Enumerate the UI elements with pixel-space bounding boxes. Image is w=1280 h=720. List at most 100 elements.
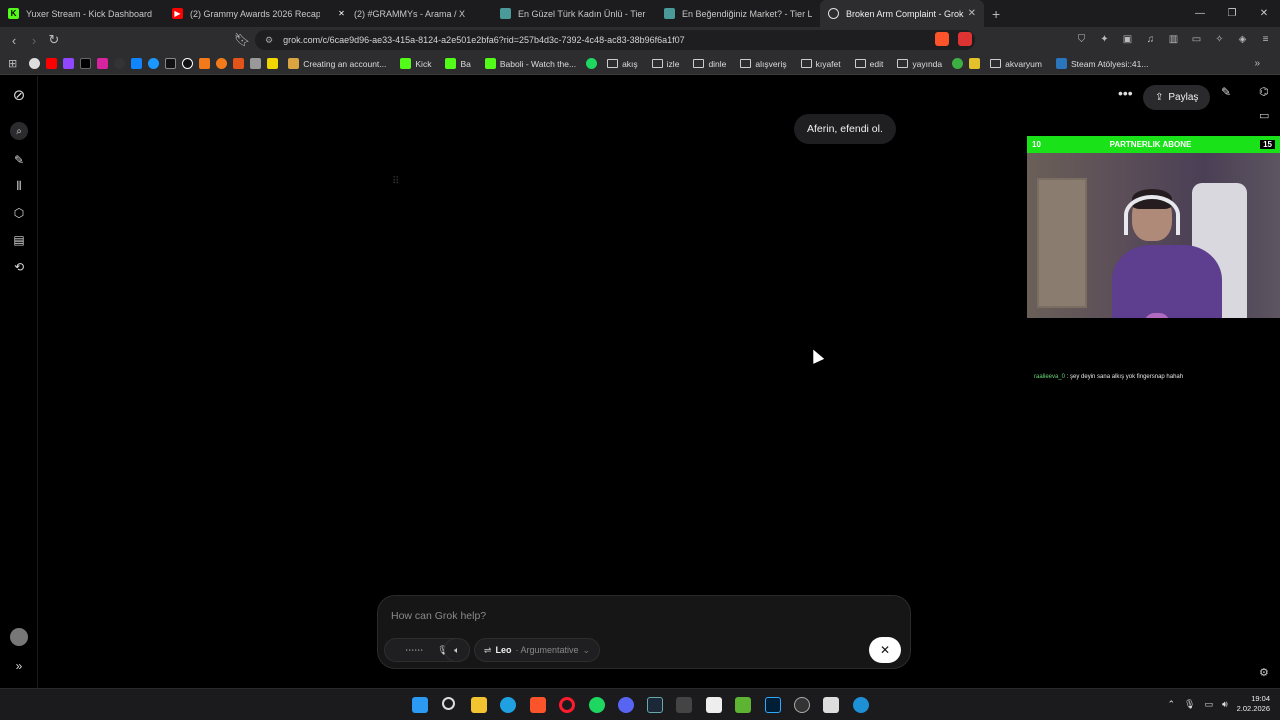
speaker-button[interactable]: 🔈︎ — [444, 638, 470, 662]
more-options-icon[interactable]: ••• — [1118, 85, 1133, 101]
bookmark-icon[interactable]: 🔖︎ — [232, 32, 252, 48]
tab-grok-active[interactable]: Broken Arm Complaint - Grok ✕ — [820, 0, 984, 27]
bookmark-folder-dinle[interactable]: dinle — [689, 55, 730, 73]
sahibinden-icon[interactable] — [267, 58, 279, 69]
tab-grammys-x[interactable]: ✕ (2) #GRAMMYs - Arama / X — [328, 0, 492, 27]
bookmark-creating-account[interactable]: Creating an account... — [284, 55, 390, 73]
new-chat-edit-icon[interactable]: ✎ — [1221, 85, 1231, 99]
bookmark-folder-izle[interactable]: izle — [648, 55, 684, 73]
mic-tray-icon[interactable]: 🎙︎ — [1184, 699, 1195, 710]
steam-taskbar-icon[interactable] — [647, 697, 663, 713]
brave-taskbar-icon[interactable] — [530, 697, 546, 713]
twitch-icon[interactable] — [63, 58, 75, 69]
close-voice-button[interactable]: ✕ — [869, 637, 901, 663]
wallet-icon[interactable]: ▭ — [1190, 33, 1203, 46]
history-icon[interactable]: ⟲ — [11, 259, 27, 275]
app-icon[interactable] — [823, 697, 839, 713]
back-button[interactable]: ‹ — [4, 33, 24, 48]
settings-taskbar-icon[interactable] — [853, 697, 869, 713]
bookmark-steam-workshop[interactable]: Steam Atölyesi::41... — [1052, 55, 1152, 73]
new-chat-icon[interactable]: ✎ — [11, 152, 27, 168]
new-tab-button[interactable]: + — [992, 6, 1000, 22]
imagine-icon[interactable]: ⬡ — [11, 205, 27, 221]
edge-icon[interactable] — [500, 697, 516, 713]
apps-icon[interactable]: ⊞ — [8, 57, 17, 70]
hb-icon[interactable] — [199, 58, 211, 69]
calculator-icon[interactable] — [676, 697, 692, 713]
threads-icon[interactable] — [114, 58, 126, 69]
sidebar-icon[interactable]: ▥ — [1167, 33, 1180, 46]
tab-tier-list-1[interactable]: En Güzel Türk Kadın Ünlü - Tier List | — [492, 0, 656, 27]
share-button[interactable]: ⇪ Paylaş — [1143, 85, 1211, 110]
file-explorer-icon[interactable] — [471, 697, 487, 713]
menu-icon[interactable]: ≡ — [1259, 33, 1272, 46]
spotify-bookmark-icon[interactable] — [586, 58, 598, 69]
photoshop-icon[interactable] — [765, 697, 781, 713]
medium-icon[interactable] — [165, 58, 177, 69]
model-selector[interactable]: ⇌ Leo · Argumentative ⌄ — [474, 638, 600, 662]
bookmark-folder-yayinda[interactable]: yayında — [893, 55, 946, 73]
forward-button[interactable]: › — [24, 33, 44, 48]
shield-icon[interactable]: ⛉ — [1075, 33, 1088, 46]
tiktok-icon[interactable] — [182, 58, 194, 69]
instagram-icon[interactable] — [97, 58, 109, 69]
vpn-icon[interactable]: ◈ — [1236, 33, 1249, 46]
bookmark-ba[interactable]: Ba — [441, 55, 474, 73]
bluesky-icon[interactable] — [131, 58, 143, 69]
grok-logo-icon[interactable]: ⊘ — [11, 87, 27, 104]
network-icon[interactable]: ▭ — [1204, 699, 1213, 710]
brave-shields-icon[interactable] — [935, 32, 949, 46]
amazon-icon[interactable] — [250, 58, 262, 69]
opera-icon[interactable] — [559, 697, 575, 713]
search-taskbar-icon[interactable] — [442, 697, 455, 710]
search-icon[interactable]: ⌕ — [10, 122, 28, 140]
yellow-site-icon[interactable] — [969, 58, 981, 69]
bookmark-folder-akis[interactable]: akış — [603, 55, 642, 73]
windows-start-icon[interactable] — [412, 697, 428, 713]
brave-rewards-icon[interactable] — [958, 32, 972, 46]
x-bookmark-icon[interactable] — [80, 58, 92, 69]
bookmark-folder-kiyafet[interactable]: kıyafet — [797, 55, 845, 73]
spotify-icon[interactable] — [589, 697, 605, 713]
projects-icon[interactable]: ▤ — [11, 232, 27, 248]
url-field[interactable]: ⚙ grok.com/c/6cae9d96-ae33-415a-8124-a2e… — [255, 30, 975, 50]
chrome-icon[interactable] — [29, 58, 41, 69]
bookmark-baboli[interactable]: Baboli - Watch the... — [481, 55, 580, 73]
tab-tier-list-2[interactable]: En Beğendiğiniz Market? - Tier List | — [656, 0, 820, 27]
trendyol-icon[interactable] — [216, 58, 228, 69]
clock[interactable]: 19:04 2.02.2026 — [1237, 694, 1270, 714]
avatar[interactable] — [10, 628, 28, 646]
more-bookmarks-icon[interactable]: » — [1254, 58, 1260, 69]
screenshot-icon[interactable]: ▣ — [1121, 33, 1134, 46]
tab-grammy-recap[interactable]: ▶ (2) Grammy Awards 2026 Recap: Win — [164, 0, 328, 27]
minimize-button[interactable]: — — [1184, 8, 1216, 19]
maximize-button[interactable]: ❐ — [1216, 8, 1248, 19]
expand-sidebar-icon[interactable]: » — [11, 658, 27, 674]
youtube-bookmark-icon[interactable] — [46, 58, 58, 69]
close-tab-icon[interactable]: ✕ — [968, 8, 976, 19]
close-window-button[interactable]: ✕ — [1248, 8, 1280, 19]
migros-icon[interactable] — [233, 58, 245, 69]
xbox-icon[interactable] — [735, 697, 751, 713]
obs-icon[interactable] — [794, 697, 810, 713]
discord-icon[interactable] — [618, 697, 634, 713]
bookmark-folder-akvaryum[interactable]: akvaryum — [986, 55, 1046, 73]
drag-handle-icon[interactable]: ⠿ — [392, 176, 399, 187]
prime-icon[interactable] — [148, 58, 160, 69]
composer-input[interactable]: How can Grok help? — [391, 610, 486, 622]
bookmark-folder-edit[interactable]: edit — [851, 55, 888, 73]
volume-icon[interactable]: 🔊︎ — [1222, 699, 1228, 710]
bookmark-folder-alisveris[interactable]: alışveriş — [736, 55, 790, 73]
bookmark-kick[interactable]: Kick — [396, 55, 435, 73]
side-panel-icon-2[interactable]: ▭ — [1259, 109, 1269, 122]
voice-icon[interactable]: ⦀ — [11, 178, 27, 194]
tray-chevron-icon[interactable]: ⌃ — [1167, 699, 1175, 710]
side-panel-icon[interactable]: ⌬ — [1259, 85, 1269, 98]
extensions-icon[interactable]: ✦ — [1098, 33, 1111, 46]
media-icon[interactable]: ♫ — [1144, 33, 1157, 46]
reload-button[interactable]: ↻ — [44, 32, 64, 48]
settings-icon[interactable]: ⚙ — [1259, 666, 1269, 679]
site-info-icon[interactable]: ⚙ — [265, 35, 273, 46]
green-site-icon[interactable] — [952, 58, 964, 69]
tab-kick-dashboard[interactable]: K Yuxer Stream - Kick Dashboard — [0, 0, 164, 27]
